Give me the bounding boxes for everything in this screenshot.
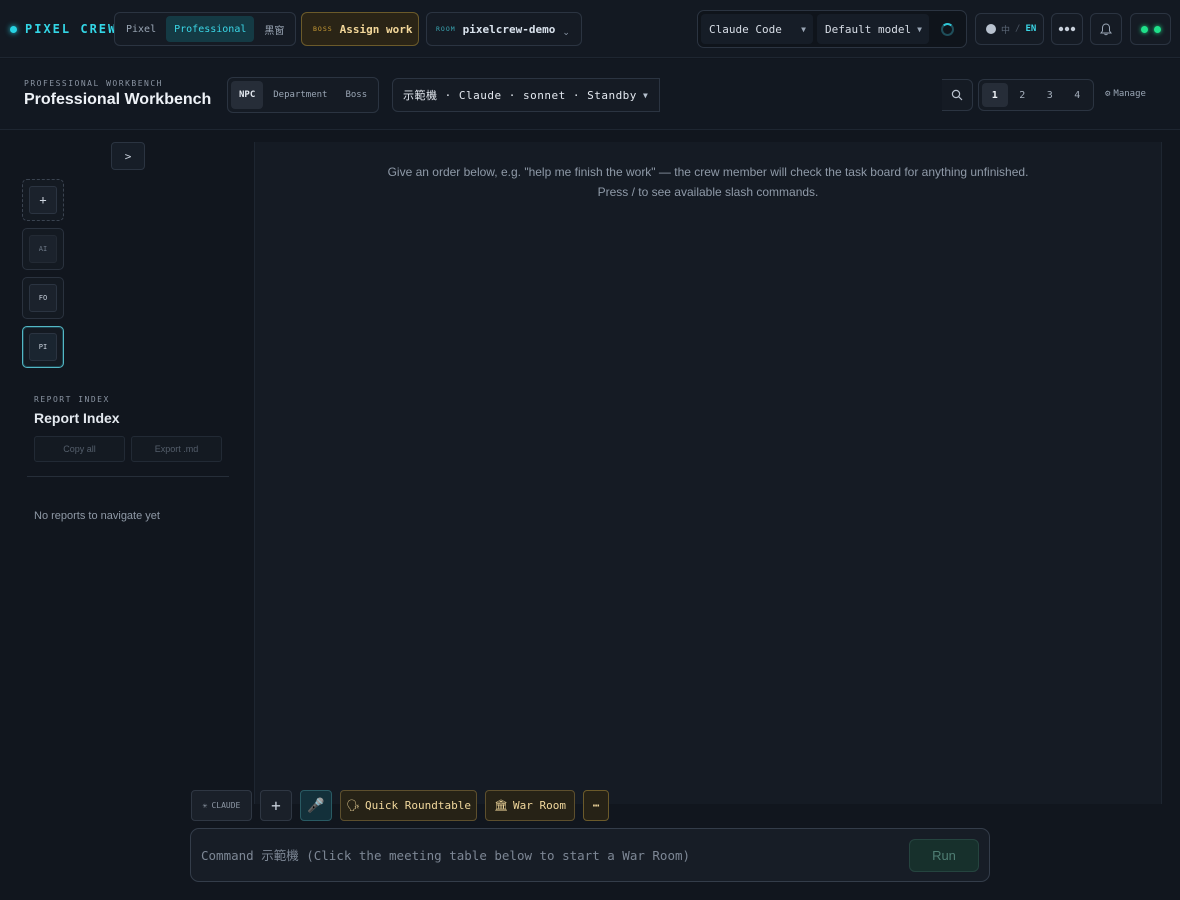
plus-icon: + <box>29 186 57 214</box>
mode-pixel[interactable]: Pixel <box>118 16 164 42</box>
room-tag: ROOM <box>436 25 456 33</box>
manage-label: Manage <box>1113 89 1146 99</box>
status-green-icon <box>1153 25 1161 33</box>
war-room-label: War Room <box>512 799 566 812</box>
avatar-initials: AI <box>29 235 57 263</box>
caret-down-icon: ▼ <box>801 24 806 34</box>
run-button[interactable]: Run <box>909 839 979 872</box>
status-green-icon <box>1140 25 1148 33</box>
brand-name: PIXEL CREW <box>25 22 118 36</box>
more-dots-icon <box>1058 26 1076 32</box>
agent-selector[interactable]: 示範機 · Claude · sonnet · Standby ▼ <box>392 78 660 112</box>
page-tab-4[interactable]: 4 <box>1065 83 1091 107</box>
microphone-button[interactable]: 🎤 <box>300 790 332 821</box>
model-select[interactable]: Default model ▼ <box>817 14 929 44</box>
search-icon <box>951 89 963 101</box>
chevron-down-icon: ⌄ <box>562 26 570 37</box>
caret-down-icon: ▼ <box>917 24 922 34</box>
lang-zh: 中 <box>1001 25 1011 36</box>
conversation-panel: Give an order below, e.g. "help me finis… <box>254 142 1162 804</box>
globe-icon <box>986 24 996 34</box>
export-md-button[interactable]: Export .md <box>131 436 222 462</box>
notifications-button[interactable] <box>1090 13 1122 45</box>
avatar-initials: FO <box>29 284 57 312</box>
provider-select[interactable]: Claude Code ▼ <box>701 14 813 44</box>
slash-hint: Press / to see available slash commands. <box>597 185 819 199</box>
claude-label: CLAUDE <box>211 801 241 810</box>
room-name: pixelcrew-demo <box>462 22 556 36</box>
claude-icon: ✳ <box>202 801 208 810</box>
bell-icon <box>1100 22 1112 35</box>
more-menu-button[interactable] <box>1051 13 1083 45</box>
speaking-head-icon: 🗣 <box>346 799 360 812</box>
provider-value: Claude Code <box>709 22 782 36</box>
microphone-icon: 🎤 <box>307 797 325 814</box>
room-selector[interactable]: ROOM pixelcrew-demo ⌄ <box>426 12 582 46</box>
view-npc[interactable]: NPC <box>231 81 264 109</box>
divider <box>27 476 229 477</box>
view-boss[interactable]: Boss <box>337 81 375 109</box>
agent-avatar-pi[interactable]: PI <box>22 326 64 368</box>
report-index-title: Report Index <box>34 410 120 426</box>
report-index-empty: No reports to navigate yet <box>34 510 160 522</box>
attach-button[interactable]: + <box>260 790 292 821</box>
empty-hint: Give an order below, e.g. "help me finis… <box>387 165 1029 179</box>
command-bar: Run <box>190 828 990 882</box>
search-button[interactable] <box>942 79 973 111</box>
manage-link[interactable]: ⚙ Manage <box>1105 89 1146 99</box>
language-toggle[interactable]: 中 / EN <box>975 13 1044 45</box>
page-subtitle: PROFESSIONAL WORKBENCH <box>24 79 163 88</box>
war-room-button[interactable]: 🏛 War Room <box>485 790 575 821</box>
lang-en: EN <box>1025 24 1037 34</box>
page-title: Professional Workbench <box>24 91 212 108</box>
gear-icon: ⚙ <box>1105 89 1111 99</box>
claude-engine-chip[interactable]: ✳ CLAUDE <box>191 790 252 821</box>
page-tab-2[interactable]: 2 <box>1010 83 1036 107</box>
view-department[interactable]: Department <box>265 81 335 109</box>
avatar-initials: PI <box>29 333 57 361</box>
classical-building-icon: 🏛 <box>494 799 508 812</box>
mode-professional[interactable]: Professional <box>166 16 255 42</box>
command-input[interactable] <box>201 843 901 867</box>
assign-label: Assign work <box>339 22 413 36</box>
view-switch: NPC Department Boss <box>227 77 380 113</box>
top-bar: PIXEL CREW Pixel Professional 黑窗 BOSS As… <box>0 0 1180 58</box>
brand: PIXEL CREW <box>10 20 117 38</box>
mode-black-window[interactable]: 黑窗 <box>256 16 292 42</box>
mode-switch: Pixel Professional 黑窗 <box>114 12 297 46</box>
page-tab-3[interactable]: 3 <box>1037 83 1063 107</box>
connection-status[interactable] <box>1130 13 1171 45</box>
copy-all-button[interactable]: Copy all <box>34 436 125 462</box>
quick-roundtable-label: Quick Roundtable <box>365 799 471 812</box>
sidebar-toggle-button[interactable]: > <box>111 142 145 170</box>
model-value: Default model <box>825 22 912 36</box>
engine-group: Claude Code ▼ Default model ▼ <box>697 10 967 48</box>
quick-roundtable-button[interactable]: 🗣 Quick Roundtable <box>340 790 477 821</box>
toolbar-more-button[interactable]: ⋯ <box>583 790 609 821</box>
loading-spinner-icon <box>941 22 954 36</box>
caret-down-icon: ▼ <box>642 90 649 100</box>
assign-tag: BOSS <box>313 25 333 33</box>
page-tabs: 1 2 3 4 <box>978 79 1094 111</box>
report-index-subtitle: REPORT INDEX <box>34 395 110 404</box>
agent-avatar-ai[interactable]: AI <box>22 228 64 270</box>
add-agent-button[interactable]: + <box>22 179 64 221</box>
status-dot-icon <box>10 25 17 33</box>
assign-work-button[interactable]: BOSS Assign work <box>301 12 419 46</box>
page-tab-1[interactable]: 1 <box>982 83 1008 107</box>
lang-separator: / <box>1015 24 1021 34</box>
agent-selector-value: 示範機 · Claude · sonnet · Standby <box>403 89 637 102</box>
agent-avatar-fo[interactable]: FO <box>22 277 64 319</box>
